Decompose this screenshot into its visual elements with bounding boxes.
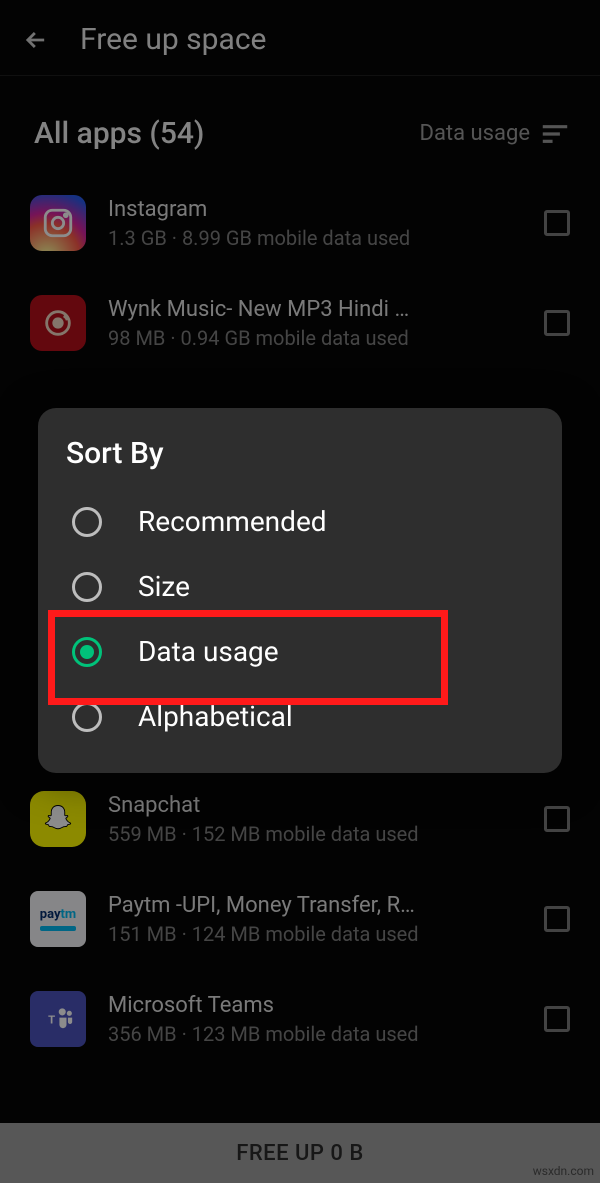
- radio-icon: [72, 702, 102, 732]
- sort-option-alphabetical[interactable]: Alphabetical: [66, 684, 542, 749]
- radio-icon: [72, 507, 102, 537]
- dialog-title: Sort By: [66, 436, 542, 471]
- sort-option-recommended[interactable]: Recommended: [66, 489, 542, 554]
- radio-icon: [72, 572, 102, 602]
- option-label: Data usage: [138, 635, 279, 668]
- option-label: Alphabetical: [138, 700, 293, 733]
- sort-option-data-usage[interactable]: Data usage: [66, 619, 542, 684]
- sort-option-size[interactable]: Size: [66, 554, 542, 619]
- option-label: Size: [138, 570, 190, 603]
- option-label: Recommended: [138, 505, 327, 538]
- sort-by-dialog: Sort By Recommended Size Data usage Alph…: [38, 408, 562, 773]
- radio-icon-selected: [72, 637, 102, 667]
